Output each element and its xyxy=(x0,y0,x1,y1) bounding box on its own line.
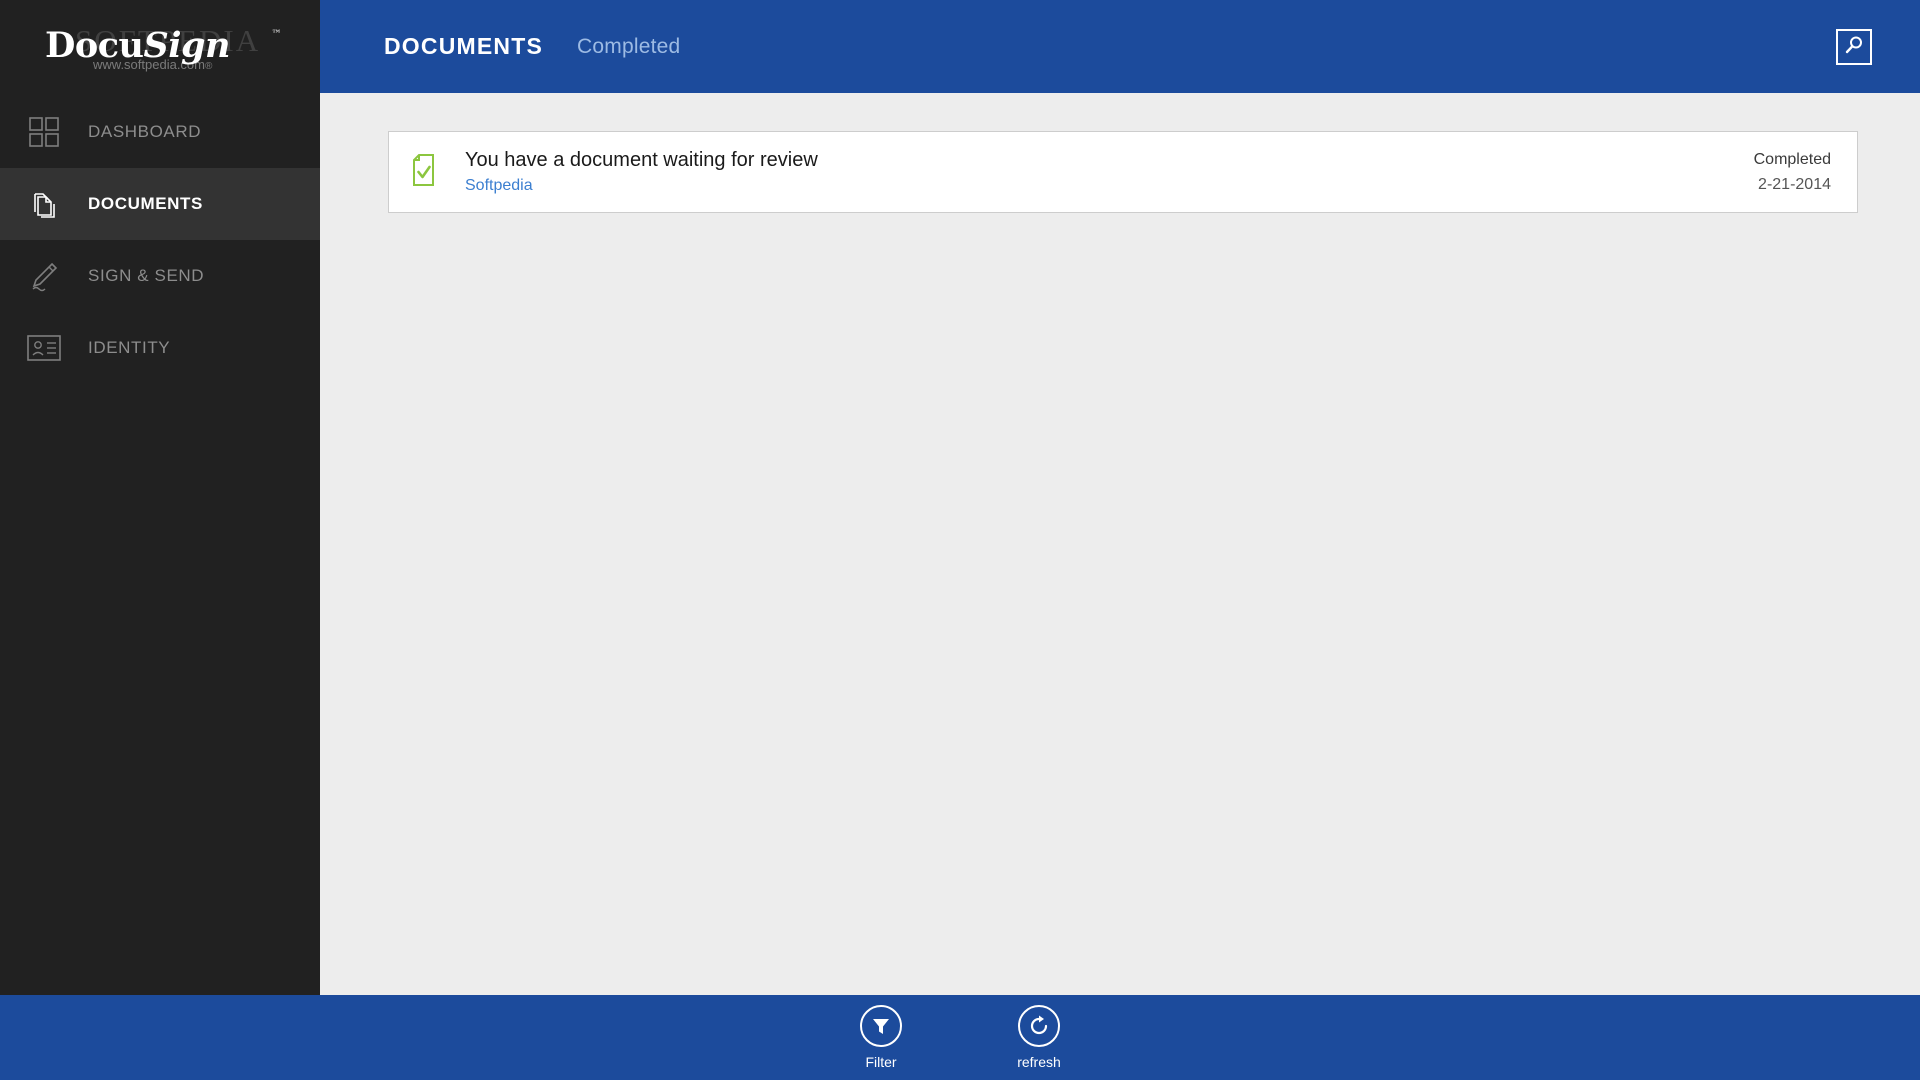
app-logo: DocuSign ™ SOFTPEDIA www.softpedia.com® xyxy=(0,0,320,96)
documents-stack-icon xyxy=(26,186,62,222)
app-window: DocuSign ™ SOFTPEDIA www.softpedia.com® xyxy=(0,0,1920,1080)
sidebar-item-label: DASHBOARD xyxy=(88,122,202,141)
id-card-icon xyxy=(26,330,62,366)
sidebar-item-documents[interactable]: DOCUMENTS xyxy=(0,168,320,240)
sidebar-item-dashboard[interactable]: DASHBOARD xyxy=(0,96,320,168)
sidebar-item-identity[interactable]: IDENTITY xyxy=(0,312,320,384)
refresh-button-label: refresh xyxy=(1017,1054,1061,1070)
grid-icon xyxy=(26,114,62,150)
pen-signature-icon xyxy=(26,258,62,294)
document-check-icon xyxy=(411,153,441,192)
sidebar-item-label: SIGN & SEND xyxy=(88,266,205,285)
logo-wordmark: DocuSign ™ xyxy=(45,25,281,66)
content-area: You have a document waiting for review S… xyxy=(320,93,1920,995)
header-filter-label[interactable]: Completed xyxy=(577,35,680,59)
document-row[interactable]: You have a document waiting for review S… xyxy=(388,131,1858,213)
sidebar: DocuSign ™ SOFTPEDIA www.softpedia.com® xyxy=(0,0,320,995)
sidebar-item-label: IDENTITY xyxy=(88,338,171,357)
sidebar-item-sign-and-send[interactable]: SIGN & SEND xyxy=(0,240,320,312)
funnel-icon xyxy=(860,1005,902,1047)
documents-list: You have a document waiting for review S… xyxy=(320,93,1920,213)
logo-trademark: ™ xyxy=(271,29,282,40)
refresh-icon xyxy=(1018,1005,1060,1047)
header-bar: DOCUMENTS Completed xyxy=(320,0,1920,93)
filter-button[interactable]: Filter xyxy=(833,1005,929,1070)
document-text-block: You have a document waiting for review S… xyxy=(465,148,1754,197)
document-sender-link[interactable]: Softpedia xyxy=(465,175,1754,197)
document-date: 2-21-2014 xyxy=(1758,175,1831,193)
filter-button-label: Filter xyxy=(865,1054,897,1070)
sidebar-item-label: DOCUMENTS xyxy=(88,194,203,213)
logo-text-primary: Docu xyxy=(45,25,144,66)
refresh-button[interactable]: refresh xyxy=(991,1005,1087,1070)
search-button[interactable] xyxy=(1836,29,1872,65)
document-meta-block: Completed 2-21-2014 xyxy=(1754,149,1831,195)
page-title: DOCUMENTS xyxy=(384,33,544,59)
document-title: You have a document waiting for review xyxy=(465,148,818,171)
search-icon xyxy=(1843,34,1865,61)
bottom-app-bar: Filter refresh xyxy=(0,995,1920,1080)
logo-text-secondary: Sign xyxy=(143,25,230,66)
status-badge: Completed xyxy=(1753,150,1831,168)
